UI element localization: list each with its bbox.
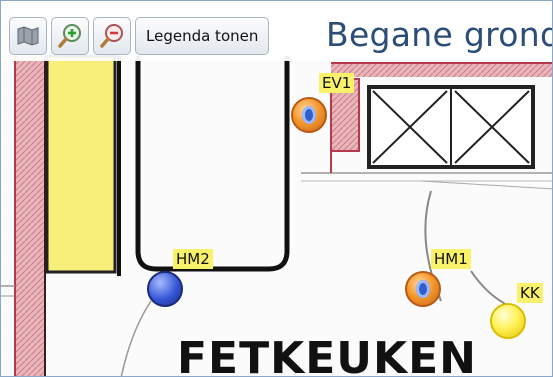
sensor-core-icon xyxy=(302,106,316,124)
floor-plan-viewer[interactable]: Legenda tonen Begane grond EV1 HM2 HM1 K… xyxy=(0,0,553,377)
sensor-hm2-marker[interactable] xyxy=(147,271,183,307)
sensor-label-kk: KK xyxy=(517,283,543,303)
sensor-label-hm1: HM1 xyxy=(431,249,471,269)
map-layers-button[interactable] xyxy=(9,17,47,55)
show-legend-button[interactable]: Legenda tonen xyxy=(135,17,270,55)
sensor-label-ev1: EV1 xyxy=(319,73,355,93)
sensor-ev1-marker[interactable] xyxy=(291,97,327,133)
map-toolbar: Legenda tonen xyxy=(9,14,270,58)
floor-title: Begane grond xyxy=(326,15,553,54)
zoom-out-button[interactable] xyxy=(93,17,131,55)
room-name-label: FETKEUKEN xyxy=(177,333,477,377)
sensor-core-icon xyxy=(416,280,430,298)
sensor-label-hm2: HM2 xyxy=(173,249,213,269)
wall-top-right xyxy=(331,63,552,77)
yellow-room-block xyxy=(45,54,117,274)
sensor-hm1-marker[interactable] xyxy=(405,271,441,307)
sensor-kk-marker[interactable] xyxy=(490,303,526,339)
wall-left xyxy=(15,56,45,376)
zoom-in-icon xyxy=(58,24,81,48)
zoom-in-button[interactable] xyxy=(51,17,89,55)
map-icon xyxy=(17,26,39,46)
zoom-out-icon xyxy=(100,24,123,48)
